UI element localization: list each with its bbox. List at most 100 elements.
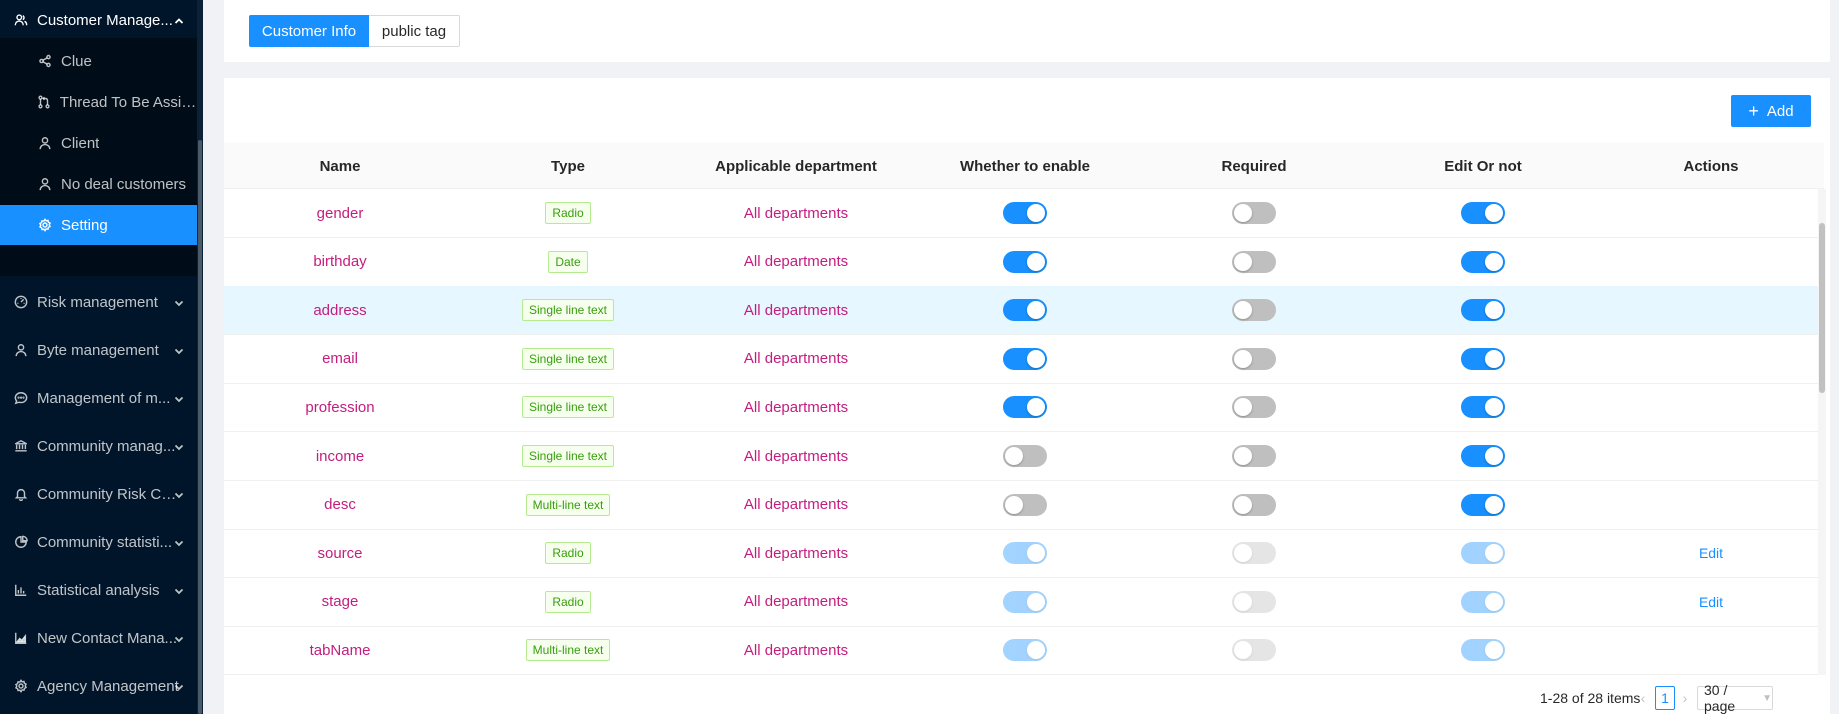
required-switch[interactable] xyxy=(1232,396,1276,419)
sidebar-scrollbar-thumb[interactable] xyxy=(198,140,202,714)
required-switch[interactable] xyxy=(1232,202,1276,224)
table-row[interactable]: tabName Multi-line text All departments xyxy=(224,626,1824,675)
team-icon xyxy=(13,12,29,28)
sidebar-item-agency-management[interactable]: Agency Management xyxy=(0,666,203,706)
column-header-applicable-department: Applicable department xyxy=(715,157,877,175)
editable-switch xyxy=(1461,639,1505,662)
enable-switch[interactable] xyxy=(1003,202,1047,224)
enable-switch[interactable] xyxy=(1003,493,1047,516)
sidebar-item-label: Risk management xyxy=(37,293,158,311)
bell-icon xyxy=(13,486,29,502)
editable-switch[interactable] xyxy=(1461,396,1505,419)
pagination-page-1[interactable]: 1 xyxy=(1655,686,1675,710)
bar-chart-icon xyxy=(13,582,29,598)
required-switch[interactable] xyxy=(1232,299,1276,322)
required-switch[interactable] xyxy=(1232,347,1276,370)
table-row[interactable]: email Single line text All departments xyxy=(224,335,1824,384)
sidebar-item-statistical-analysis[interactable]: Statistical analysis xyxy=(0,570,203,610)
required-cell xyxy=(1154,383,1354,431)
sidebar-item-community-risk-co[interactable]: Community Risk Co... xyxy=(0,474,203,514)
enable-switch[interactable] xyxy=(1003,396,1047,419)
field-name: income xyxy=(315,447,365,465)
table-row[interactable]: address Single line text All departments xyxy=(224,286,1824,336)
sidebar-item-client[interactable]: Client xyxy=(0,123,203,163)
enable-switch[interactable] xyxy=(1003,250,1047,273)
sidebar-item-byte-management[interactable]: Byte management xyxy=(0,330,203,370)
sidebar-item-thread-to-be-assigned[interactable]: Thread To Be Assigned xyxy=(0,82,203,122)
editable-switch[interactable] xyxy=(1461,445,1505,467)
sidebar-item-label: Client xyxy=(61,134,100,152)
name-cell: tabName xyxy=(250,626,430,674)
sidebar-item-new-contact-mana[interactable]: New Contact Mana... xyxy=(0,618,203,658)
sidebar-item-label: Setting xyxy=(61,216,108,234)
required-switch[interactable] xyxy=(1232,493,1276,516)
chevron-down-icon xyxy=(173,296,185,308)
tab-customer-info[interactable]: Customer Info xyxy=(249,15,369,47)
enable-cell xyxy=(925,383,1125,431)
required-switch[interactable] xyxy=(1232,250,1276,273)
editable-switch[interactable] xyxy=(1461,299,1505,322)
required-switch xyxy=(1232,639,1276,662)
department-cell: All departments xyxy=(696,481,896,529)
field-name: stage xyxy=(321,593,359,611)
enable-switch[interactable] xyxy=(1003,299,1047,322)
editable-switch[interactable] xyxy=(1461,347,1505,370)
sidebar-item-customer-management[interactable]: Customer Manage... xyxy=(0,0,203,40)
department-value: All departments xyxy=(743,204,849,222)
sidebar-item-no-deal-customers[interactable]: No deal customers xyxy=(0,164,203,204)
type-tag: Multi-line text xyxy=(525,639,611,662)
editable-switch[interactable] xyxy=(1461,250,1505,273)
sidebar-item-clue[interactable]: Clue xyxy=(0,41,203,81)
page-size-select[interactable]: 30 / page ▼ xyxy=(1697,682,1773,714)
sidebar-item-risk-management[interactable]: Risk management xyxy=(0,282,203,322)
gear-icon xyxy=(37,217,53,233)
required-switch[interactable] xyxy=(1232,445,1276,467)
name-cell: desc xyxy=(250,481,430,529)
enable-cell xyxy=(925,432,1125,480)
actions-cell xyxy=(1611,432,1811,480)
department-cell: All departments xyxy=(696,189,896,237)
department-value: All departments xyxy=(743,253,849,271)
department-cell: All departments xyxy=(696,529,896,577)
column-header-type: Type xyxy=(551,157,585,175)
editable-switch[interactable] xyxy=(1461,493,1505,516)
editable-switch[interactable] xyxy=(1461,202,1505,224)
enable-switch xyxy=(1003,590,1047,613)
sidebar-item-label: New Contact Mana... xyxy=(37,629,178,647)
enable-switch[interactable] xyxy=(1003,445,1047,467)
sidebar-item-community-manag[interactable]: Community manag... xyxy=(0,426,203,466)
field-name: address xyxy=(313,301,367,319)
department-cell: All departments xyxy=(696,286,896,334)
sidebar-item-setting[interactable]: Setting xyxy=(0,205,203,245)
table-row[interactable]: income Single line text All departments xyxy=(224,432,1824,481)
tab-public-tag[interactable]: public tag xyxy=(369,15,460,47)
chevron-up-icon xyxy=(173,14,185,26)
table-row[interactable]: stage Radio All departments Edit xyxy=(224,578,1824,627)
add-button[interactable]: + Add xyxy=(1731,95,1811,127)
field-name: profession xyxy=(305,398,375,416)
type-cell: Multi-line text xyxy=(478,481,658,529)
type-tag: Single line text xyxy=(521,347,615,370)
table-row[interactable]: desc Multi-line text All departments xyxy=(224,481,1824,530)
editable-cell xyxy=(1383,432,1583,480)
enable-switch[interactable] xyxy=(1003,347,1047,370)
actions-cell xyxy=(1611,335,1811,383)
type-cell: Radio xyxy=(478,189,658,237)
area-chart-icon xyxy=(13,630,29,646)
edit-link[interactable]: Edit xyxy=(1699,545,1723,561)
department-value: All departments xyxy=(743,398,849,416)
pagination-prev-icon[interactable]: ‹ xyxy=(1636,686,1650,710)
field-name: gender xyxy=(316,204,364,222)
editable-cell xyxy=(1383,383,1583,431)
pie-chart-icon xyxy=(13,534,29,550)
table-row[interactable]: profession Single line text All department… xyxy=(224,383,1824,433)
table-row[interactable]: source Radio All departments Edit xyxy=(224,529,1824,579)
chevron-down-icon xyxy=(173,392,185,404)
sidebar-item-management-of-m[interactable]: Management of m... xyxy=(0,378,203,418)
sidebar-item-community-statisti[interactable]: Community statisti... xyxy=(0,522,203,562)
table-row[interactable]: gender Radio All departments xyxy=(224,189,1824,238)
edit-link[interactable]: Edit xyxy=(1699,594,1723,610)
table-row[interactable]: birthday Date All departments xyxy=(224,238,1824,287)
table-scrollbar-thumb[interactable] xyxy=(1819,223,1825,393)
pagination-next-icon[interactable]: › xyxy=(1678,686,1692,710)
